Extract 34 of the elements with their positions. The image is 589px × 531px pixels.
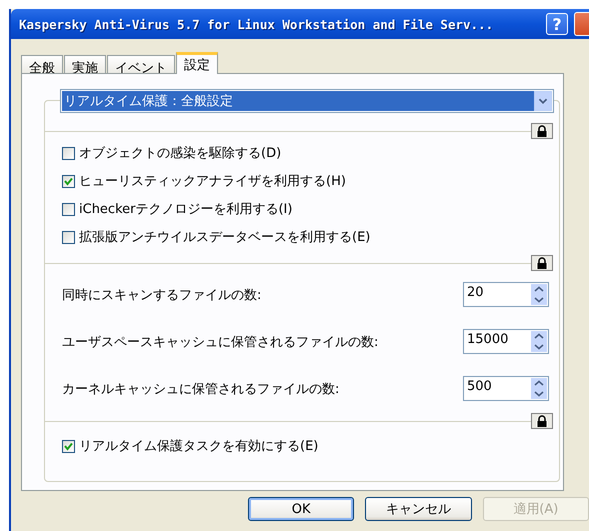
checkbox[interactable] — [62, 174, 75, 188]
field-label: カーネルキャッシュに保管されるファイルの数: — [62, 380, 340, 398]
spinner-arrows-icon[interactable] — [531, 331, 547, 352]
number-spinner[interactable]: 20 — [463, 282, 549, 307]
close-button[interactable] — [574, 12, 589, 36]
checkbox-label: 拡張版アンチウイルスデータベースを利用する(E) — [79, 229, 370, 246]
lock-icon[interactable] — [531, 123, 553, 139]
tab[interactable]: 全般 — [21, 55, 63, 73]
lock-icon[interactable] — [531, 413, 553, 429]
checkmark-icon — [64, 442, 73, 450]
window-title: Kaspersky Anti-Virus 5.7 for Linux Workstation and File Serv... — [19, 16, 494, 32]
checkbox[interactable] — [62, 440, 75, 452]
checkbox-label: オブジェクトの感染を駆除する(D) — [79, 145, 282, 162]
section-dropdown[interactable]: リアルタイム保護：全般設定 — [60, 89, 554, 113]
number-spinner[interactable]: 15000 — [463, 329, 549, 354]
dialog-button[interactable]: キャンセル — [365, 497, 472, 521]
checkbox[interactable] — [62, 146, 75, 160]
number-spinner[interactable]: 500 — [463, 376, 549, 401]
tab[interactable]: 実施 — [64, 55, 106, 73]
tab[interactable]: イベント — [107, 55, 175, 73]
checkbox[interactable] — [62, 202, 75, 216]
checkbox-label: iCheckerテクノロジーを利用する(I) — [79, 201, 292, 218]
checkbox-label: リアルタイム保護タスクを有効にする(E) — [79, 438, 318, 455]
checkbox[interactable] — [62, 230, 75, 244]
field-label: ユーザスペースキャッシュに保管されるファイルの数: — [62, 334, 378, 350]
field-label: 同時にスキャンするファイルの数: — [62, 286, 262, 304]
tab[interactable]: 設定 — [176, 52, 218, 74]
help-button[interactable]: ? — [546, 13, 568, 35]
spinner-arrows-icon[interactable] — [531, 284, 547, 305]
checkbox-label: ヒューリスティックアナライザを利用する(H) — [79, 173, 346, 190]
spinner-arrows-icon[interactable] — [531, 378, 547, 399]
checkmark-icon — [64, 176, 73, 186]
lock-icon[interactable] — [531, 255, 553, 271]
dialog-button[interactable]: OK — [248, 497, 354, 521]
